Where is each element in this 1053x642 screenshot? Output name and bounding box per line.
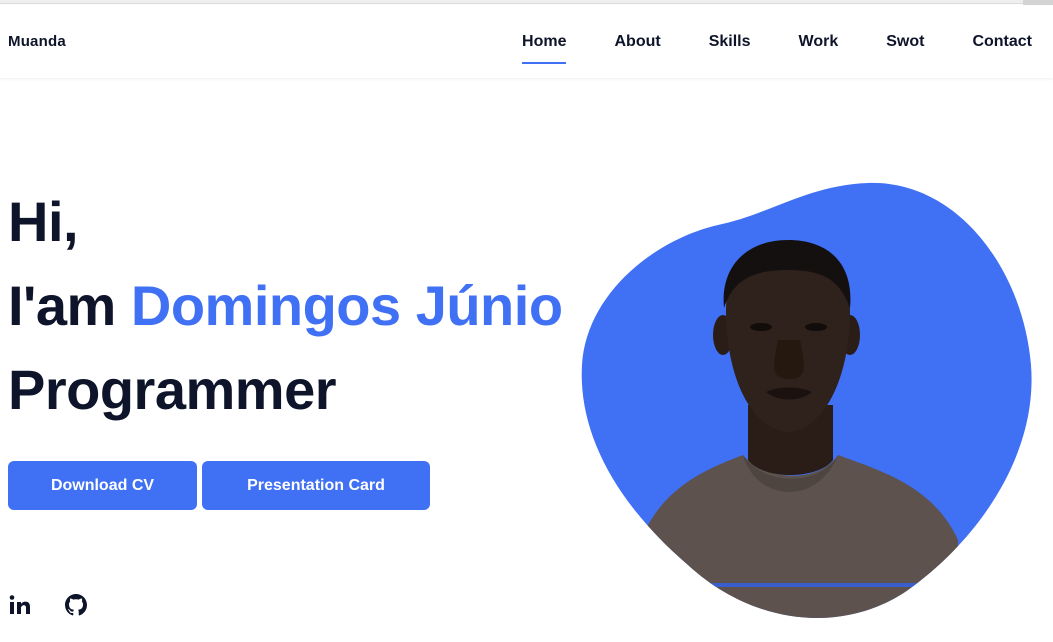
profile-blob <box>581 182 1032 618</box>
hero-role: Programmer <box>8 358 337 421</box>
github-icon[interactable] <box>65 594 89 618</box>
nav-about[interactable]: About <box>614 33 660 51</box>
hero-intro: I'am <box>8 274 116 337</box>
nav-work[interactable]: Work <box>799 33 839 51</box>
hero-greeting: Hi, <box>8 190 79 253</box>
nav-skills[interactable]: Skills <box>709 33 751 51</box>
hero-name: Domingos Júnio <box>130 274 563 337</box>
linkedin-icon[interactable] <box>9 594 33 618</box>
social-links <box>9 594 89 618</box>
download-cv-button[interactable]: Download CV <box>8 461 197 510</box>
presentation-card-button[interactable]: Presentation Card <box>202 461 430 510</box>
hero-section: Hi, I'am Domingos Júnio Programmer <box>8 180 563 432</box>
site-header: Muanda Home About Skills Work Swot Conta… <box>0 5 1053 78</box>
hero-buttons: Download CV Presentation Card <box>8 461 430 510</box>
hero-intro-line: I'am Domingos Júnio <box>8 264 563 348</box>
browser-top-edge <box>0 0 1053 4</box>
nav-home[interactable]: Home <box>522 33 567 64</box>
nav-swot[interactable]: Swot <box>886 33 924 51</box>
nav-contact[interactable]: Contact <box>972 33 1032 51</box>
image-edge <box>638 583 978 587</box>
profile-image <box>578 180 1038 625</box>
site-logo[interactable]: Muanda <box>8 33 66 50</box>
main-nav: Home About Skills Work Swot Contact <box>522 33 1032 64</box>
